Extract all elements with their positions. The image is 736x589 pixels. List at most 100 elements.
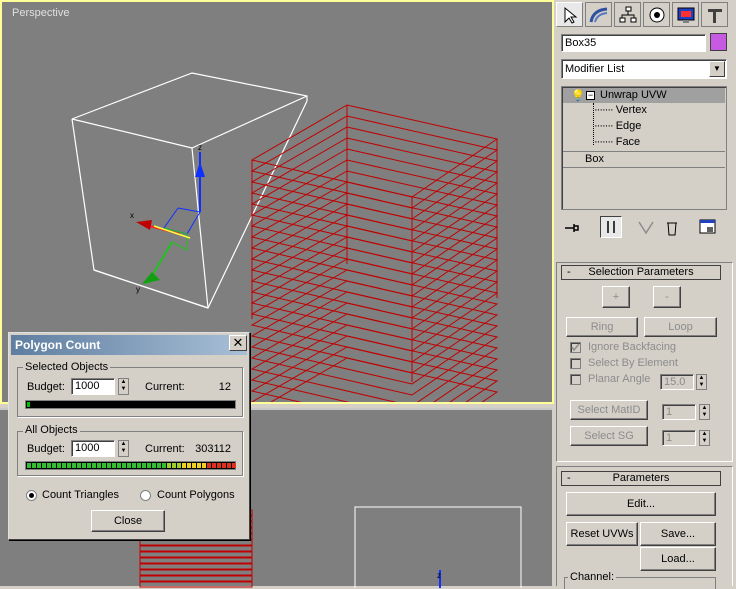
stack-item-unwrap-uvw[interactable]: 💡 − Unwrap UVW bbox=[563, 88, 725, 103]
progress-segment bbox=[122, 463, 126, 468]
progress-segment bbox=[82, 463, 86, 468]
object-color-swatch[interactable] bbox=[710, 33, 727, 51]
close-icon[interactable]: ✕ bbox=[229, 335, 247, 351]
show-end-result-icon[interactable] bbox=[600, 216, 622, 238]
parameters-header[interactable]: - Parameters bbox=[561, 471, 721, 486]
all-budget-input[interactable]: 1000 bbox=[71, 440, 115, 457]
select-sg-spinner[interactable]: ▲ ▼ bbox=[699, 430, 710, 446]
make-unique-icon[interactable] bbox=[636, 219, 656, 237]
stack-item-edge[interactable]: ······· Edge bbox=[594, 120, 641, 132]
progress-segment bbox=[32, 463, 36, 468]
loop-button[interactable]: Loop bbox=[644, 317, 717, 337]
white-box-wireframe bbox=[71, 72, 308, 309]
progress-segment bbox=[192, 463, 196, 468]
count-polygons-label: Count Polygons bbox=[157, 489, 235, 501]
all-progress-bar bbox=[25, 461, 236, 470]
reset-uvws-button[interactable]: Reset UVWs bbox=[566, 522, 638, 546]
progress-segment bbox=[62, 463, 66, 468]
save-button[interactable]: Save... bbox=[640, 522, 716, 546]
collapse-icon[interactable]: − bbox=[586, 91, 595, 100]
progress-segment bbox=[172, 463, 176, 468]
close-button[interactable]: Close bbox=[91, 510, 165, 532]
pin-stack-icon[interactable] bbox=[562, 219, 582, 237]
progress-segment bbox=[97, 463, 101, 468]
progress-segment bbox=[47, 463, 51, 468]
remove-modifier-icon[interactable] bbox=[662, 219, 682, 237]
progress-segment bbox=[152, 463, 156, 468]
ignore-backfacing-checkbox[interactable] bbox=[570, 342, 581, 353]
channel-label: Channel: bbox=[568, 571, 617, 583]
progress-segment bbox=[112, 463, 116, 468]
edit-button[interactable]: Edit... bbox=[566, 492, 716, 516]
progress-segment bbox=[92, 463, 96, 468]
display-tab-icon[interactable] bbox=[672, 2, 699, 27]
select-matid-input[interactable]: 1 bbox=[662, 404, 696, 420]
progress-segment bbox=[167, 463, 171, 468]
svg-text:z: z bbox=[437, 571, 441, 580]
red-box-wireframe bbox=[250, 104, 499, 402]
selected-budget-input[interactable]: 1000 bbox=[71, 378, 115, 395]
progress-segment bbox=[57, 463, 61, 468]
utilities-tab-icon[interactable] bbox=[701, 2, 728, 27]
all-current-label: Current: bbox=[145, 443, 185, 455]
progress-segment bbox=[162, 463, 166, 468]
planar-angle-checkbox[interactable] bbox=[570, 374, 581, 385]
modify-tab-icon[interactable] bbox=[585, 2, 612, 27]
progress-segment bbox=[137, 463, 141, 468]
progress-segment bbox=[72, 463, 76, 468]
planar-angle-spinner[interactable]: ▲ ▼ bbox=[696, 374, 707, 390]
dialog-title: Polygon Count bbox=[15, 338, 101, 352]
motion-tab-icon[interactable] bbox=[643, 2, 670, 27]
ignore-backfacing-label: Ignore Backfacing bbox=[588, 341, 677, 353]
progress-segment bbox=[52, 463, 56, 468]
create-tab-icon[interactable] bbox=[556, 2, 583, 27]
object-name-input[interactable]: Box35 bbox=[561, 34, 706, 52]
progress-segment bbox=[127, 463, 131, 468]
load-button[interactable]: Load... bbox=[640, 547, 716, 571]
polygon-count-dialog: Polygon Count ✕ Selected Objects Budget:… bbox=[8, 332, 250, 540]
all-budget-spinner[interactable]: ▲ ▼ bbox=[118, 440, 129, 457]
all-budget-label: Budget: bbox=[27, 443, 65, 455]
selected-progress-fill bbox=[27, 402, 30, 407]
modifier-list-dropdown[interactable]: Modifier List ▼ bbox=[561, 59, 727, 79]
progress-segment bbox=[197, 463, 201, 468]
progress-segment bbox=[187, 463, 191, 468]
progress-segment bbox=[227, 463, 231, 468]
stack-item-vertex[interactable]: ······· Vertex bbox=[594, 104, 647, 116]
select-by-element-checkbox[interactable] bbox=[570, 358, 581, 369]
planar-angle-input[interactable]: 15.0 bbox=[660, 374, 694, 390]
all-current-value: 303112 bbox=[195, 443, 231, 455]
hierarchy-tab-icon[interactable] bbox=[614, 2, 641, 27]
selection-parameters-header[interactable]: - Selection Parameters bbox=[561, 265, 721, 280]
select-sg-input[interactable]: 1 bbox=[662, 430, 696, 446]
progress-segment bbox=[37, 463, 41, 468]
svg-text:y: y bbox=[136, 285, 140, 294]
progress-segment bbox=[27, 463, 31, 468]
progress-segment bbox=[207, 463, 211, 468]
progress-segment bbox=[177, 463, 181, 468]
progress-segment bbox=[132, 463, 136, 468]
selected-current-label: Current: bbox=[145, 381, 185, 393]
selected-budget-spinner[interactable]: ▲ ▼ bbox=[118, 378, 129, 395]
progress-segment bbox=[42, 463, 46, 468]
progress-segment bbox=[217, 463, 221, 468]
select-sg-button[interactable]: Select SG bbox=[570, 426, 648, 446]
progress-segment bbox=[67, 463, 71, 468]
stack-item-face[interactable]: ······· Face bbox=[594, 136, 640, 148]
svg-text:x: x bbox=[130, 211, 134, 220]
select-matid-spinner[interactable]: ▲ ▼ bbox=[699, 404, 710, 420]
ring-button[interactable]: Ring bbox=[566, 317, 638, 337]
stack-item-box[interactable]: Box bbox=[585, 153, 604, 165]
count-triangles-radio[interactable] bbox=[26, 490, 37, 501]
select-matid-button[interactable]: Select MatID bbox=[570, 400, 648, 420]
dialog-title-bar[interactable]: Polygon Count bbox=[11, 335, 247, 355]
lightbulb-icon[interactable]: 💡 bbox=[571, 89, 585, 102]
grow-button[interactable]: + bbox=[602, 286, 630, 308]
progress-segment bbox=[142, 463, 146, 468]
count-polygons-radio[interactable] bbox=[140, 490, 151, 501]
shrink-button[interactable]: - bbox=[653, 286, 681, 308]
chevron-down-icon[interactable]: ▼ bbox=[709, 61, 725, 77]
count-triangles-label: Count Triangles bbox=[42, 489, 120, 501]
configure-modifier-sets-icon[interactable] bbox=[698, 218, 718, 236]
all-objects-title: All Objects bbox=[23, 424, 80, 436]
